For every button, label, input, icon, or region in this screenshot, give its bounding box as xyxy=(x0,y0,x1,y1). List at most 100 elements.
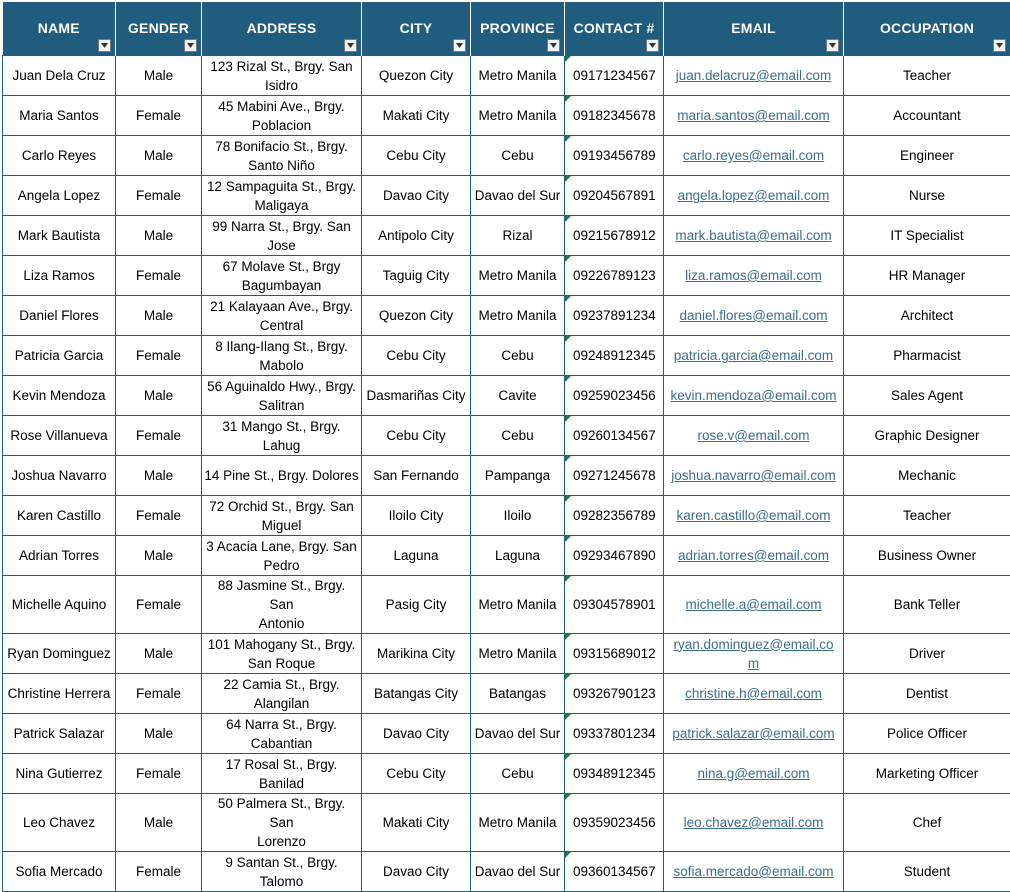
email-link[interactable]: daniel.flores@email.com xyxy=(679,308,827,323)
name-cell[interactable]: Ryan Dominguez xyxy=(3,634,116,674)
email-cell[interactable]: kevin.mendoza@email.com xyxy=(664,376,844,416)
filter-dropdown-icon[interactable] xyxy=(547,39,560,52)
gender-cell[interactable]: Male xyxy=(116,296,202,336)
address-cell[interactable]: 17 Rosal St., Brgy.Banilad xyxy=(202,754,362,794)
email-cell[interactable]: sofia.mercado@email.com xyxy=(664,852,844,892)
contact-cell[interactable]: 09271245678 xyxy=(565,456,664,496)
name-cell[interactable]: Michelle Aquino xyxy=(3,576,116,634)
city-cell[interactable]: Marikina City xyxy=(362,634,471,674)
email-cell[interactable]: joshua.navarro@email.com xyxy=(664,456,844,496)
province-cell[interactable]: Cebu xyxy=(471,136,565,176)
city-cell[interactable]: Cebu City xyxy=(362,754,471,794)
city-cell[interactable]: San Fernando xyxy=(362,456,471,496)
email-cell[interactable]: rose.v@email.com xyxy=(664,416,844,456)
email-cell[interactable]: juan.delacruz@email.com xyxy=(664,56,844,96)
email-cell[interactable]: mark.bautista@email.com xyxy=(664,216,844,256)
occupation-cell[interactable]: Business Owner xyxy=(844,536,1010,576)
email-link[interactable]: adrian.torres@email.com xyxy=(678,548,829,563)
gender-cell[interactable]: Male xyxy=(116,216,202,256)
province-cell[interactable]: Metro Manila xyxy=(471,256,565,296)
province-cell[interactable]: Iloilo xyxy=(471,496,565,536)
filter-dropdown-icon[interactable] xyxy=(993,39,1006,52)
email-cell[interactable]: liza.ramos@email.com xyxy=(664,256,844,296)
contact-cell[interactable]: 09248912345 xyxy=(565,336,664,376)
city-cell[interactable]: Cebu City xyxy=(362,416,471,456)
address-cell[interactable]: 56 Aguinaldo Hwy., Brgy.Salitran xyxy=(202,376,362,416)
occupation-cell[interactable]: Dentist xyxy=(844,674,1010,714)
gender-cell[interactable]: Male xyxy=(116,456,202,496)
city-cell[interactable]: Cebu City xyxy=(362,336,471,376)
contact-cell[interactable]: 09215678912 xyxy=(565,216,664,256)
name-cell[interactable]: Liza Ramos xyxy=(3,256,116,296)
email-cell[interactable]: patrick.salazar@email.com xyxy=(664,714,844,754)
city-cell[interactable]: Makati City xyxy=(362,96,471,136)
city-cell[interactable]: Taguig City xyxy=(362,256,471,296)
city-cell[interactable]: Quezon City xyxy=(362,296,471,336)
occupation-cell[interactable]: Police Officer xyxy=(844,714,1010,754)
gender-cell[interactable]: Female xyxy=(116,754,202,794)
email-link[interactable]: rose.v@email.com xyxy=(698,428,810,443)
province-cell[interactable]: Metro Manila xyxy=(471,96,565,136)
email-link[interactable]: michelle.a@email.com xyxy=(686,597,822,612)
contact-cell[interactable]: 09193456789 xyxy=(565,136,664,176)
city-cell[interactable]: Cebu City xyxy=(362,136,471,176)
name-cell[interactable]: Mark Bautista xyxy=(3,216,116,256)
city-cell[interactable]: Makati City xyxy=(362,794,471,852)
city-cell[interactable]: Batangas City xyxy=(362,674,471,714)
email-cell[interactable]: michelle.a@email.com xyxy=(664,576,844,634)
gender-cell[interactable]: Female xyxy=(116,256,202,296)
occupation-cell[interactable]: Bank Teller xyxy=(844,576,1010,634)
filter-dropdown-icon[interactable] xyxy=(344,39,357,52)
contact-cell[interactable]: 09348912345 xyxy=(565,754,664,794)
gender-cell[interactable]: Female xyxy=(116,852,202,892)
email-link[interactable]: karen.castillo@email.com xyxy=(676,508,830,523)
gender-cell[interactable]: Male xyxy=(116,56,202,96)
name-cell[interactable]: Christine Herrera xyxy=(3,674,116,714)
name-cell[interactable]: Kevin Mendoza xyxy=(3,376,116,416)
email-link[interactable]: patricia.garcia@email.com xyxy=(674,348,833,363)
province-cell[interactable]: Cavite xyxy=(471,376,565,416)
contact-cell[interactable]: 09260134567 xyxy=(565,416,664,456)
email-link[interactable]: carlo.reyes@email.com xyxy=(683,148,824,163)
email-cell[interactable]: maria.santos@email.com xyxy=(664,96,844,136)
city-cell[interactable]: Pasig City xyxy=(362,576,471,634)
filter-dropdown-icon[interactable] xyxy=(98,39,111,52)
occupation-cell[interactable]: HR Manager xyxy=(844,256,1010,296)
email-link[interactable]: christine.h@email.com xyxy=(685,686,822,701)
email-link[interactable]: angela.lopez@email.com xyxy=(678,188,830,203)
name-cell[interactable]: Patricia Garcia xyxy=(3,336,116,376)
contact-cell[interactable]: 09360134567 xyxy=(565,852,664,892)
gender-cell[interactable]: Male xyxy=(116,714,202,754)
contact-cell[interactable]: 09204567891 xyxy=(565,176,664,216)
city-cell[interactable]: Dasmariñas City xyxy=(362,376,471,416)
name-cell[interactable]: Juan Dela Cruz xyxy=(3,56,116,96)
email-link[interactable]: mark.bautista@email.com xyxy=(675,228,831,243)
name-cell[interactable]: Joshua Navarro xyxy=(3,456,116,496)
contact-cell[interactable]: 09259023456 xyxy=(565,376,664,416)
gender-cell[interactable]: Female xyxy=(116,674,202,714)
city-cell[interactable]: Davao City xyxy=(362,852,471,892)
address-cell[interactable]: 67 Molave St., BrgyBagumbayan xyxy=(202,256,362,296)
gender-cell[interactable]: Female xyxy=(116,336,202,376)
city-cell[interactable]: Quezon City xyxy=(362,56,471,96)
province-cell[interactable]: Davao del Sur xyxy=(471,176,565,216)
email-link[interactable]: nina.g@email.com xyxy=(697,766,809,781)
email-link[interactable]: kevin.mendoza@email.com xyxy=(670,388,836,403)
name-cell[interactable]: Sofia Mercado xyxy=(3,852,116,892)
address-cell[interactable]: 64 Narra St., Brgy.Cabantian xyxy=(202,714,362,754)
contact-cell[interactable]: 09282356789 xyxy=(565,496,664,536)
email-link[interactable]: patrick.salazar@email.com xyxy=(672,726,834,741)
email-cell[interactable]: christine.h@email.com xyxy=(664,674,844,714)
gender-cell[interactable]: Male xyxy=(116,794,202,852)
address-cell[interactable]: 22 Camia St., Brgy.Alangilan xyxy=(202,674,362,714)
address-cell[interactable]: 3 Acacia Lane, Brgy. SanPedro xyxy=(202,536,362,576)
province-cell[interactable]: Davao del Sur xyxy=(471,714,565,754)
province-cell[interactable]: Metro Manila xyxy=(471,576,565,634)
gender-cell[interactable]: Male xyxy=(116,634,202,674)
filter-dropdown-icon[interactable] xyxy=(646,39,659,52)
province-cell[interactable]: Metro Manila xyxy=(471,794,565,852)
occupation-cell[interactable]: Mechanic xyxy=(844,456,1010,496)
address-cell[interactable]: 72 Orchid St., Brgy. SanMiguel xyxy=(202,496,362,536)
name-cell[interactable]: Patrick Salazar xyxy=(3,714,116,754)
occupation-cell[interactable]: Student xyxy=(844,852,1010,892)
